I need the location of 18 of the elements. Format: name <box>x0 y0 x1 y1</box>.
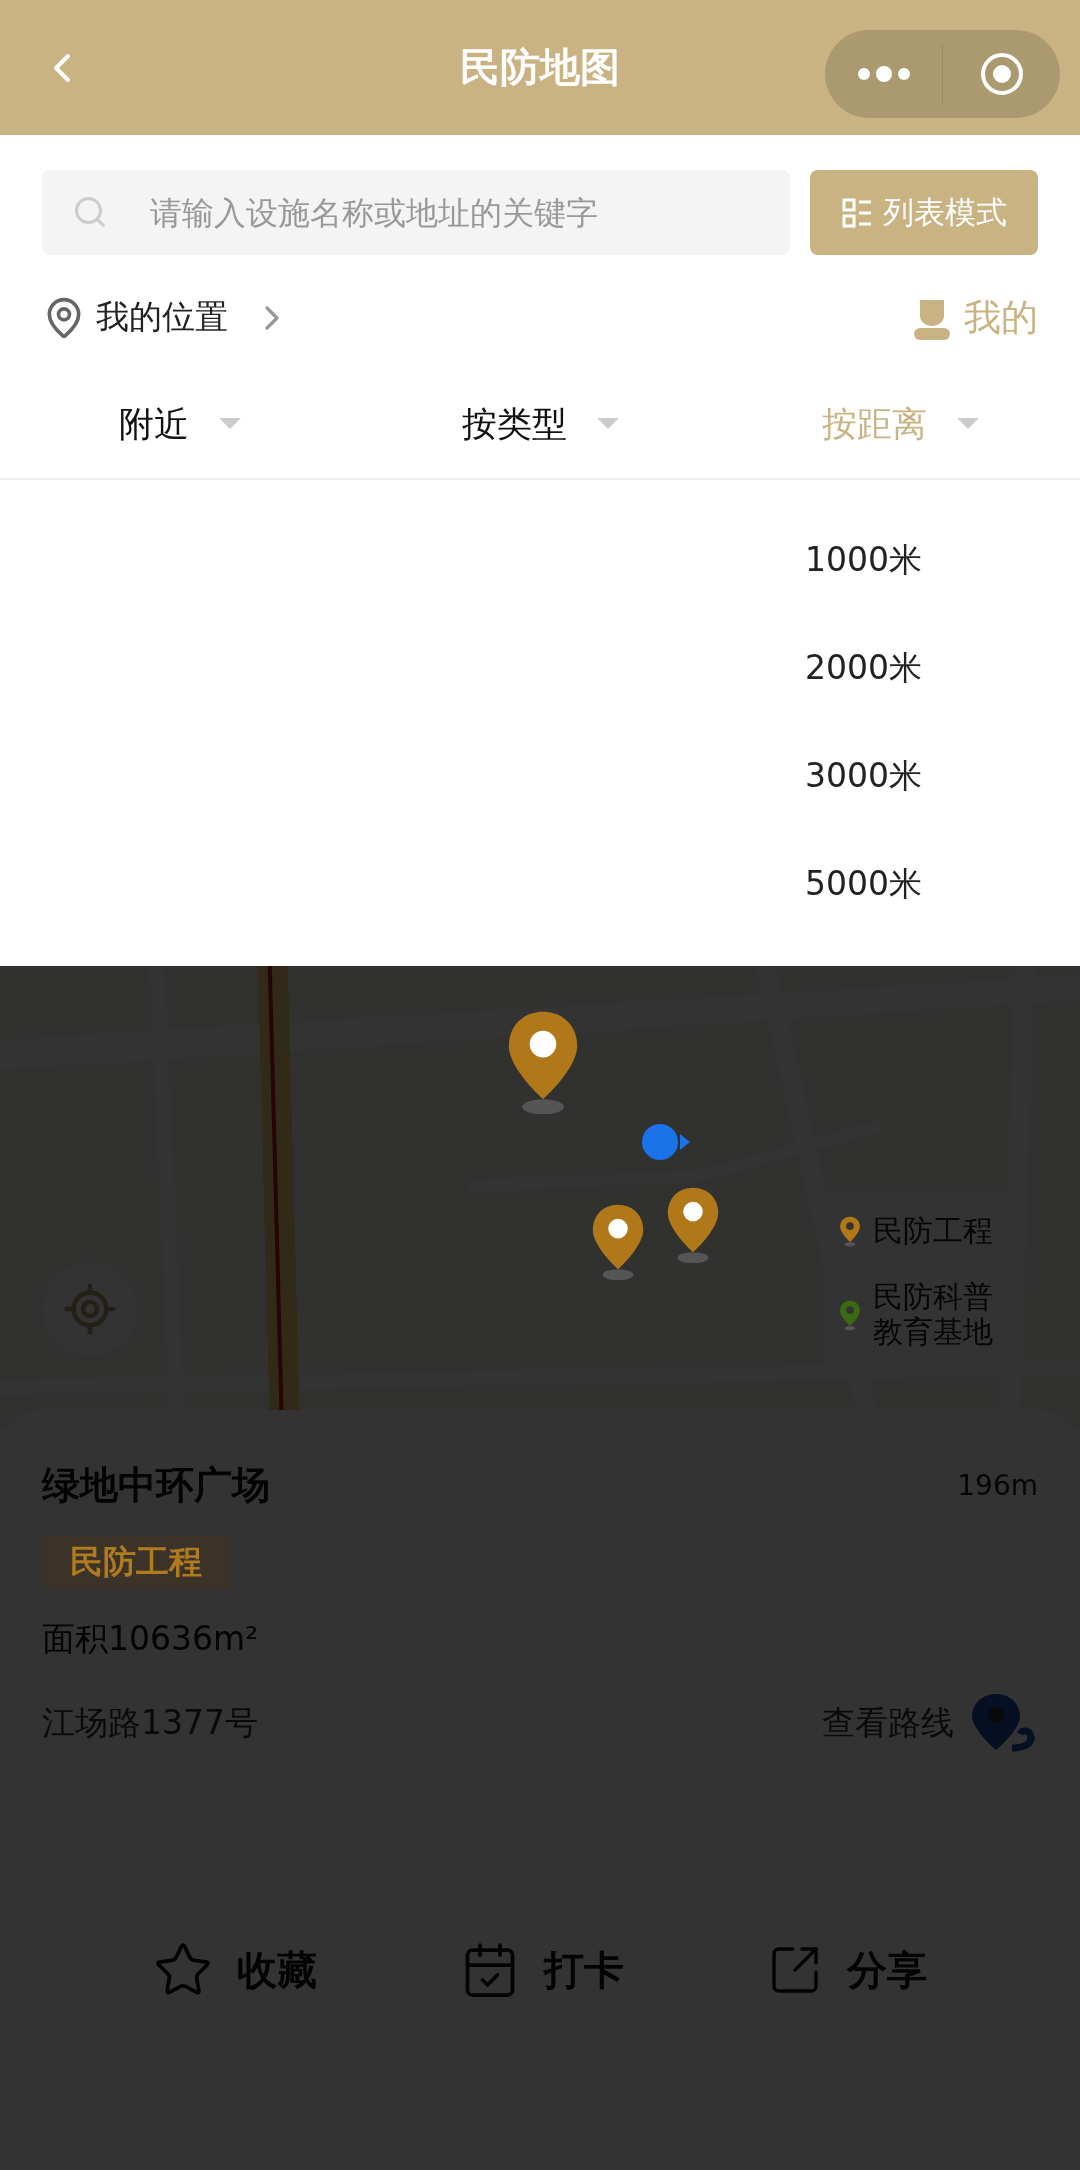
filter-tab[interactable]: 按类型 <box>360 399 720 449</box>
menu-option[interactable]: 2000米 <box>805 614 1080 722</box>
my-location-link[interactable]: 我的位置 <box>42 295 292 340</box>
search-field[interactable]: 请输入设施名称或地址的关键字 <box>42 170 790 255</box>
search-icon <box>72 194 108 230</box>
menu-option[interactable]: 5000米 <box>805 830 1080 938</box>
menu-option[interactable]: 1000米 <box>805 506 1080 614</box>
caret-icon <box>956 418 979 430</box>
location-dot-icon <box>640 1122 690 1162</box>
menu-option[interactable]: 3000米 <box>805 722 1080 830</box>
caret-icon <box>219 418 241 430</box>
more-icon <box>855 66 912 82</box>
target-icon <box>978 51 1025 97</box>
caret-icon <box>596 418 619 430</box>
filter-tab[interactable]: 附近 <box>0 399 360 449</box>
category-tag: 民防工程 <box>42 1536 230 1589</box>
page-title: 民防地图 <box>460 43 620 92</box>
list-icon <box>841 196 873 229</box>
